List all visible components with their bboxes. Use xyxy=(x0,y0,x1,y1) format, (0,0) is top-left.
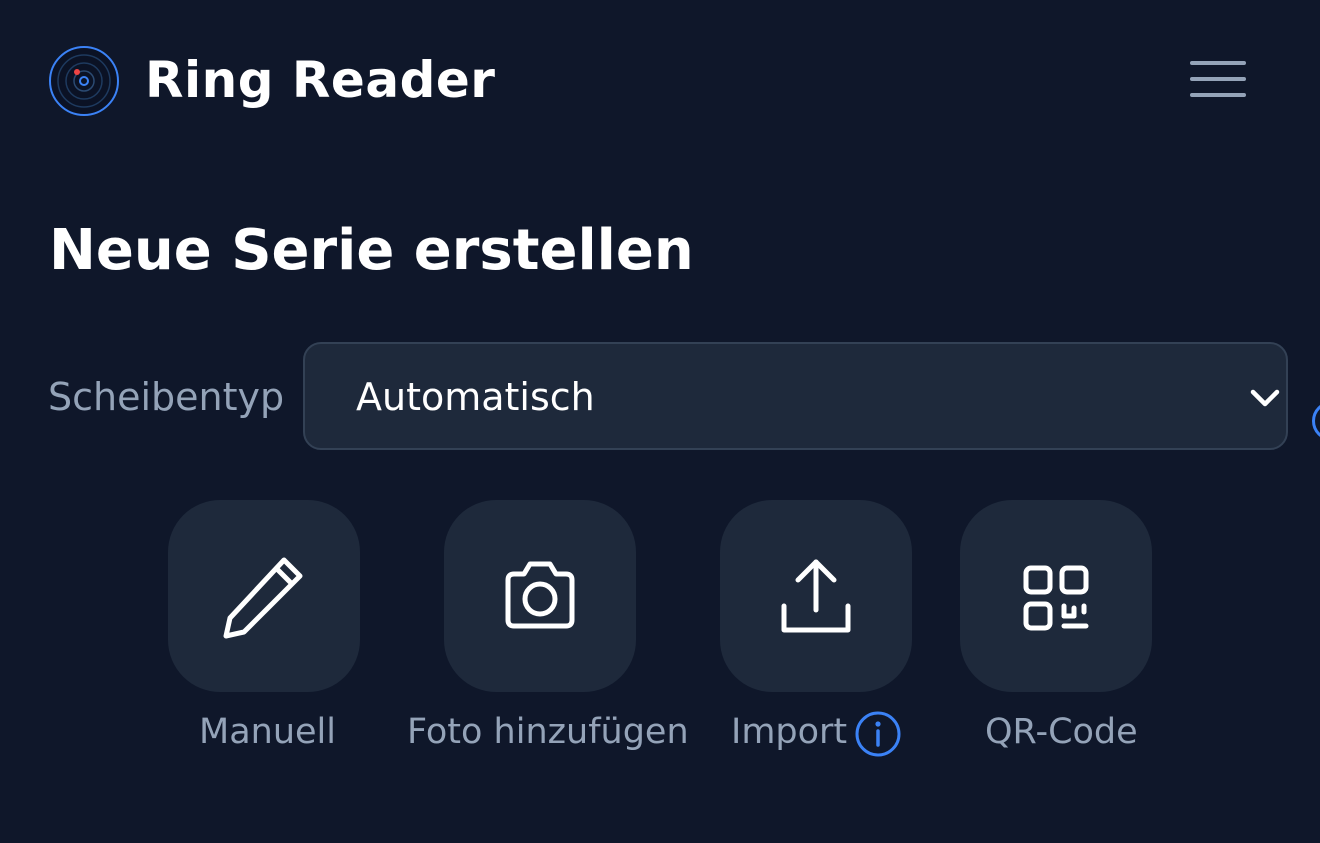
import-label: Import xyxy=(731,712,848,752)
pencil-icon xyxy=(223,557,303,639)
upload-icon xyxy=(781,559,851,633)
target-type-select[interactable]: Automatisch xyxy=(303,342,1288,450)
add-photo-label: Foto hinzufügen xyxy=(407,712,689,752)
app-title: Ring Reader xyxy=(145,51,496,109)
qr-code-button[interactable] xyxy=(960,500,1152,692)
manual-entry-button[interactable] xyxy=(168,500,360,692)
camera-icon xyxy=(505,561,575,629)
chevron-down-icon xyxy=(1250,389,1280,407)
target-logo-icon[interactable] xyxy=(48,45,120,117)
qr-code-label: QR-Code xyxy=(985,712,1138,752)
target-type-label: Scheibentyp xyxy=(48,375,285,419)
page-title: Neue Serie erstellen xyxy=(49,218,694,283)
target-type-selected-value: Automatisch xyxy=(356,375,595,419)
info-icon[interactable] xyxy=(854,710,902,758)
app-header: Ring Reader xyxy=(0,0,1320,160)
hamburger-menu-button[interactable] xyxy=(1186,55,1250,103)
target-type-info-icon[interactable] xyxy=(1312,401,1320,441)
import-button[interactable] xyxy=(720,500,912,692)
add-photo-button[interactable] xyxy=(444,500,636,692)
qr-code-icon xyxy=(1023,565,1089,631)
manual-entry-label: Manuell xyxy=(199,712,336,752)
